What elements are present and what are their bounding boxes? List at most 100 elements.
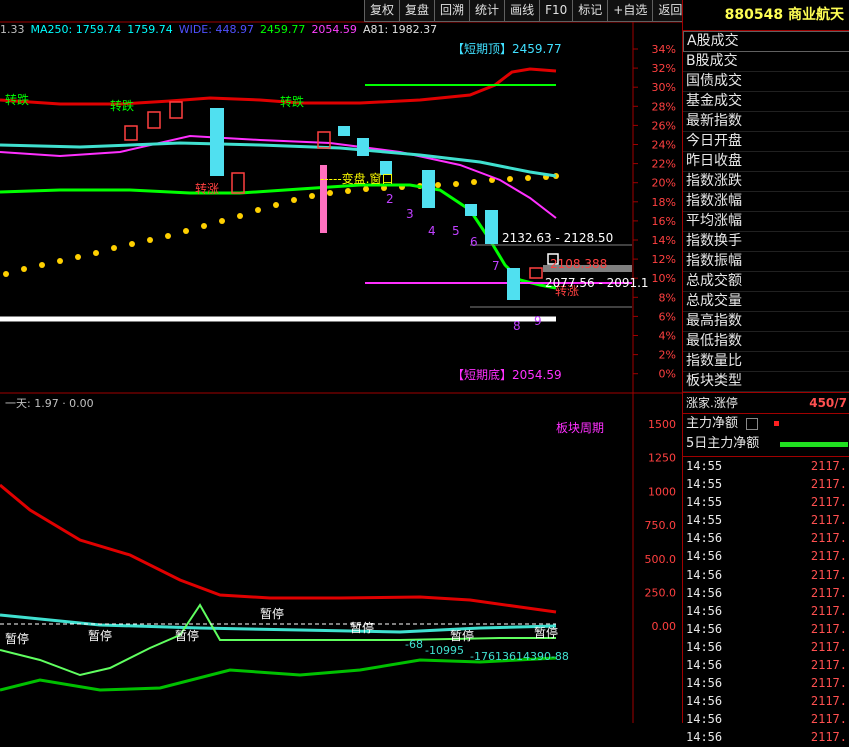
toolbar-button-3[interactable]: 统计 [469,0,506,22]
menu-item[interactable]: 指数振幅 [683,252,849,272]
menu-item[interactable]: 指数涨跌 [683,172,849,192]
lower-axis-label: 1500 [648,418,676,431]
toolbar-button-7[interactable]: +自选 [607,0,654,22]
svg-text:转跌: 转跌 [5,92,29,107]
svg-text:3: 3 [406,207,414,221]
upper-axis-label: 8% [659,291,676,304]
sector-menu: A股成交 B股成交 国债成交 基金成交 最新指数 今日开盘 昨日收盘 指数涨跌 指数涨幅 平均涨幅… [683,31,849,392]
tick-row: 14:56 2117. [683,584,849,602]
lower-legend: 一天: 1.97 · 0.00 [5,397,94,410]
tick-price: 2117. [810,676,847,691]
tick-row: 14:56 2117. [683,547,849,565]
tick-row: 14:56 2117. [683,566,849,584]
lower-axis-label: 250.0 [645,587,677,600]
tick-time: 14:56 [686,712,723,727]
svg-text:5: 5 [452,224,460,238]
menu-item[interactable]: 指数换手 [683,232,849,252]
sector-cycle-label: 板块周期 [556,421,604,435]
tick-price: 2117. [810,549,847,564]
menu-item[interactable]: 指数涨幅 [683,192,849,212]
tick-time: 14:56 [686,621,723,636]
lower-axis-label: 1000 [648,485,676,498]
menu-item[interactable]: 最高指数 [683,312,849,332]
toolbar-button-0[interactable]: 复权 [364,0,401,22]
svg-text:8: 8 [513,319,521,333]
upper-axis-label: 34% [652,43,676,56]
wave-numbers: 234 567 89 [386,192,542,333]
svg-text:暂停: 暂停 [88,628,112,643]
toolbar-button-2[interactable]: 回溯 [434,0,471,22]
menu-item[interactable]: 总成交额 [683,272,849,292]
tick-price: 2117. [810,658,847,673]
cyan-line [0,141,557,178]
svg-text:转涨: 转涨 [195,181,219,196]
tick-price: 2117. [810,531,847,546]
tick-price: 2117. [810,459,847,473]
ma-legend-item: WIDE: 448.97 [178,23,254,36]
upper-axis-label: 14% [652,234,676,247]
short-top-label: 【短期顶】2459.77 [452,42,562,56]
menu-item[interactable]: 基金成交 [683,92,849,112]
svg-text:转跌: 转跌 [280,94,304,109]
upper-axis-label: 32% [652,62,676,75]
tick-row: 14:56 2117. [683,710,849,728]
tick-row: 14:55 2117. [683,511,849,529]
upper-axis-label: 0% [659,368,676,381]
menu-item[interactable]: B股成交 [683,52,849,72]
menu-item[interactable]: 总成交量 [683,292,849,312]
menu-item[interactable]: 板块类型 [683,372,849,392]
red-band-line [0,67,557,106]
ma-legend-item: 2054.59 [311,23,357,36]
tick-row: 14:56 2117. [683,602,849,620]
flow-main-net[interactable]: 主力净额 [683,414,849,434]
short-bottom-label: 【短期底】2054.59 [452,367,562,382]
ma-legend-item: 1.33 [0,23,25,36]
tick-row: 14:55 2117. [683,475,849,493]
menu-item[interactable]: 昨日收盘 [683,152,849,172]
tick-row: 14:56 2117. [683,638,849,656]
upper-axis-label: 6% [659,310,676,323]
toolbar-button-4[interactable]: 画线 [504,0,541,22]
toolbar-button-5[interactable]: F10 [539,0,574,22]
lower-axis-label: 1250 [648,452,676,465]
tick-row: 14:56 2117. [683,656,849,674]
menu-item[interactable]: 平均涨幅 [683,212,849,232]
flow-5day-net[interactable]: 5日主力净额 [683,434,849,454]
menu-item[interactable]: 指数量比 [683,352,849,372]
flow-bar-red [774,421,780,426]
tick-price: 2117. [810,567,847,582]
list-icon[interactable] [746,417,759,430]
menu-item[interactable]: 最新指数 [683,112,849,132]
upper-axis-label: 30% [652,81,676,94]
menu-item[interactable]: 今日开盘 [683,132,849,152]
svg-text:9: 9 [534,314,542,328]
flow-5day-net-label: 5日主力净额 [686,436,760,451]
svg-text:-----变盘.窗口: -----变盘.窗口 [320,171,393,186]
ma-legend-item: 1759.74 [127,23,173,36]
range-label-1: 2132.63 - 2128.50 [502,231,613,245]
tick-time: 14:55 [686,459,723,473]
upper-axis-label: 28% [652,100,676,113]
tick-price: 2117. [810,621,847,636]
svg-text:暂停: 暂停 [534,625,558,640]
lower-axis-label: 500.0 [645,553,677,566]
ma-legend: 1.33 MA250: 1759.74 1759.74 WIDE: 448.97 245… [0,23,443,36]
rise-value: 450/7 [809,396,847,410]
upper-axis-label: 22% [652,158,676,171]
range-label-2: 2077.56 - 2091.1 [545,276,649,290]
toolbar-button-6[interactable]: 标记 [572,0,609,22]
menu-item[interactable]: 最低指数 [683,332,849,352]
tick-time: 14:56 [686,658,723,673]
right-sidebar: 880548 商业航天 A股成交 B股成交 国债成交 基金成交 最新指数 今日开盘 昨日收盘… [682,0,849,744]
market-chart[interactable]: 34%32%30%28%26%24%22%20%18%16%14%12%10%8… [0,0,682,723]
svg-text:6: 6 [470,235,478,249]
toolbar-button-1[interactable]: 复盘 [399,0,436,22]
tick-list: 14:55 2117. 14:55 2117. 14:55 2117. 14:55 2117.… [683,456,849,747]
tick-row: 14:55 2117. [683,457,849,475]
menu-item[interactable]: A股成交 [683,31,849,52]
rise-label: 涨家.涨停 [686,396,738,410]
tick-row: 14:56 2117. [683,620,849,638]
upper-axis-label: 18% [652,196,676,209]
svg-text:-10995: -10995 [425,644,464,657]
menu-item[interactable]: 国债成交 [683,72,849,92]
